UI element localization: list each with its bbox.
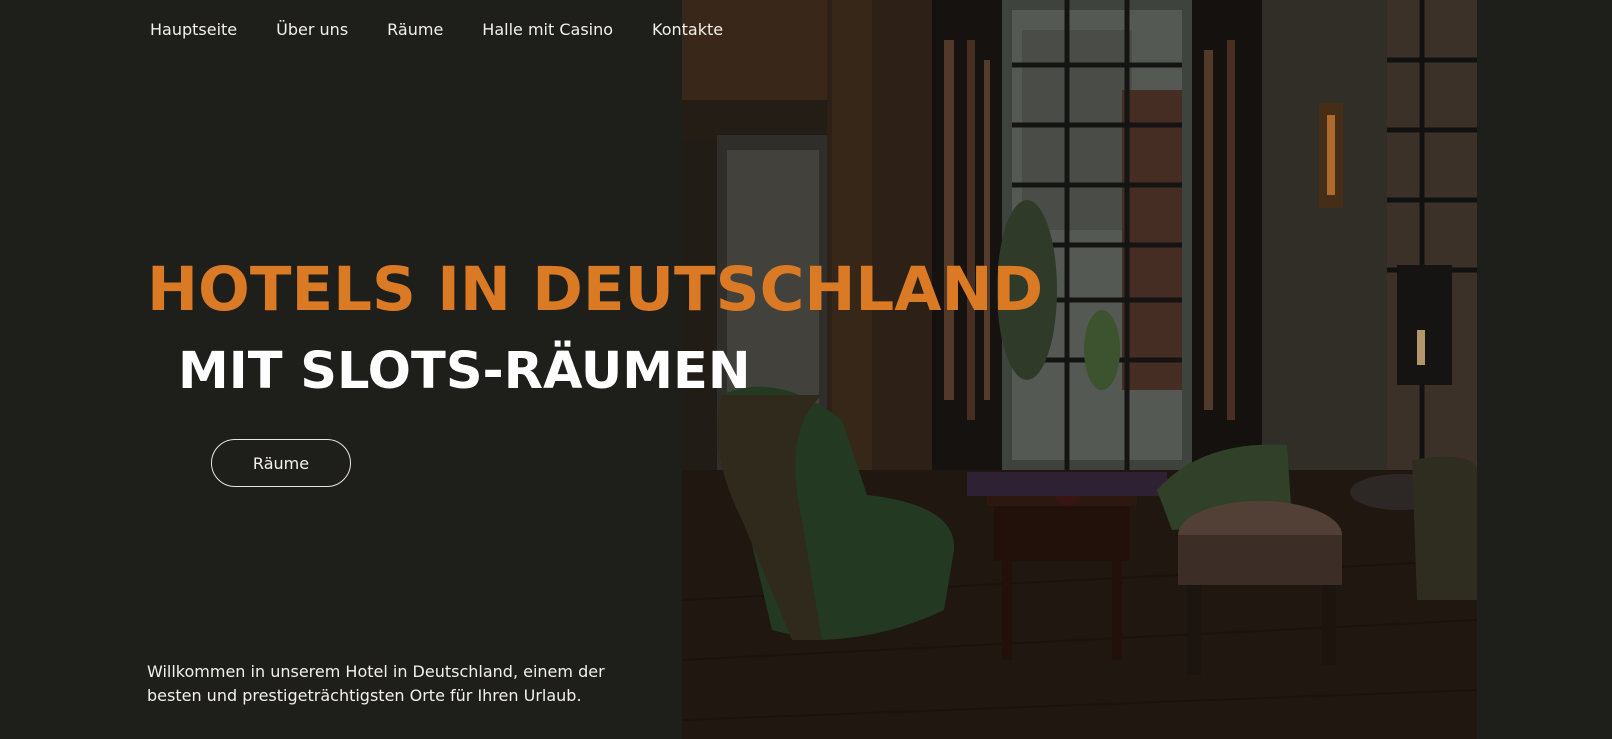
nav-item-raeume[interactable]: Räume [387, 18, 443, 42]
rooms-button[interactable]: Räume [211, 439, 351, 487]
hero-title-line-1: HOTELS IN DEUTSCHLAND [147, 254, 1044, 325]
hero-image [682, 0, 1477, 739]
nav-item-halle-mit-casino[interactable]: Halle mit Casino [482, 18, 613, 42]
main-nav: Hauptseite Über uns Räume Halle mit Casi… [150, 18, 762, 42]
intro-text: Willkommen in unserem Hotel in Deutschla… [147, 662, 605, 705]
hero-title-line-2: MIT SLOTS-RÄUMEN [178, 342, 751, 401]
nav-item-kontakte[interactable]: Kontakte [652, 18, 723, 42]
nav-item-hauptseite[interactable]: Hauptseite [150, 18, 237, 42]
nav-item-ueber-uns[interactable]: Über uns [276, 18, 348, 42]
page: Hauptseite Über uns Räume Halle mit Casi… [0, 0, 1612, 739]
